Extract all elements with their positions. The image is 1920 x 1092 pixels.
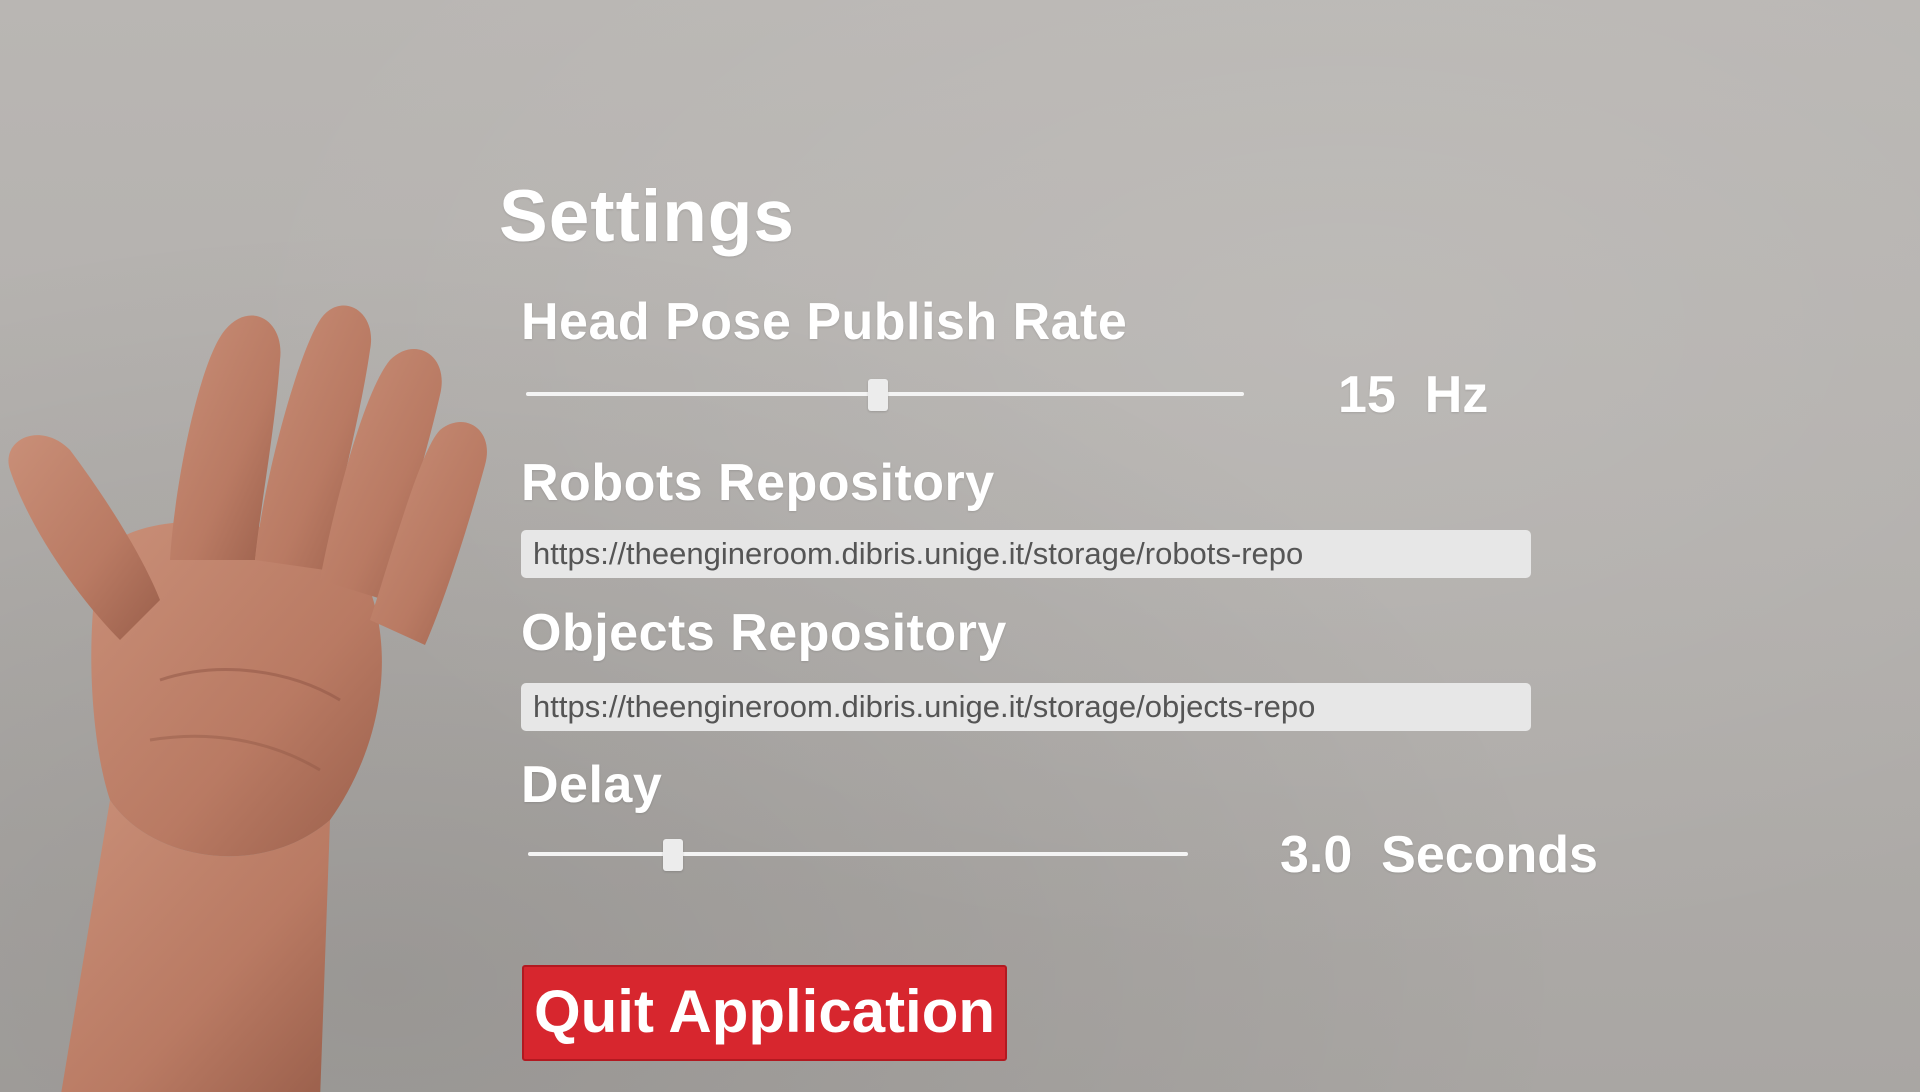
delay-value: 3.0 Seconds	[1280, 826, 1598, 884]
delay-slider[interactable]	[528, 839, 1188, 871]
head-pose-rate-slider[interactable]	[526, 379, 1244, 411]
objects-repository-field[interactable]: https://theengineroom.dibris.unige.it/st…	[521, 683, 1531, 731]
head-pose-rate-value: 15 Hz	[1338, 366, 1489, 424]
quit-application-button[interactable]: Quit Application	[522, 965, 1007, 1061]
settings-panel: Settings Head Pose Publish Rate 15 Hz Ro…	[495, 175, 1645, 1075]
robots-repository-label: Robots Repository	[521, 454, 995, 512]
slider-track	[528, 852, 1188, 856]
slider-thumb[interactable]	[663, 839, 684, 871]
objects-repository-label: Objects Repository	[521, 604, 1007, 662]
hand-icon	[8, 305, 487, 1092]
settings-title: Settings	[499, 176, 795, 257]
robots-repository-field[interactable]: https://theengineroom.dibris.unige.it/st…	[521, 530, 1531, 578]
slider-thumb[interactable]	[867, 379, 888, 411]
head-pose-rate-label: Head Pose Publish Rate	[521, 293, 1128, 351]
delay-label: Delay	[521, 756, 663, 814]
